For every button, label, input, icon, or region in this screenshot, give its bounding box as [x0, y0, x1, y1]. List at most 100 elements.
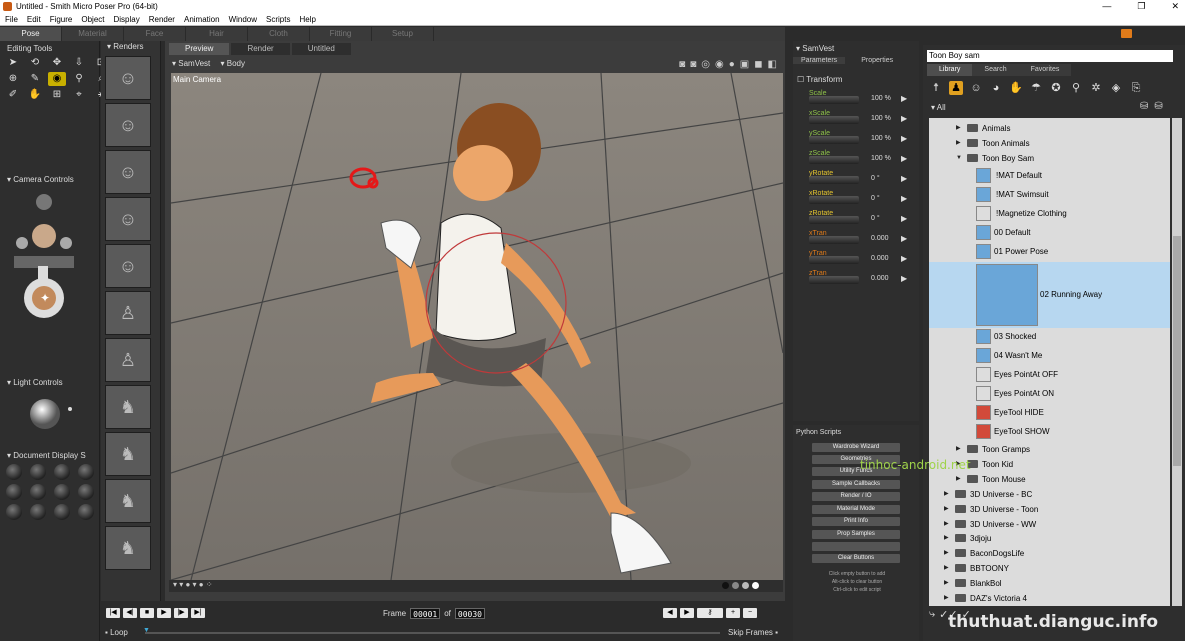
camera-icon[interactable]: ◧ — [768, 57, 777, 72]
twist-icon[interactable]: ✥ — [48, 56, 66, 70]
expressions-icon[interactable]: ☺ — [969, 81, 983, 95]
library-scrollbar[interactable] — [1172, 118, 1182, 606]
script-button[interactable]: Print Info — [812, 517, 900, 526]
camera-icon[interactable]: ◎ — [701, 57, 710, 72]
tab-library[interactable]: Library — [927, 64, 973, 76]
remove-key-button[interactable]: − — [743, 608, 757, 618]
scrubber-handle[interactable]: ▼ — [143, 627, 150, 634]
key-icon[interactable]: ⚷ — [697, 608, 723, 618]
body-part-dropdown[interactable]: ▾ Body — [221, 59, 245, 68]
tab-search[interactable]: Search — [972, 64, 1019, 76]
list-item[interactable]: Eyes PointAt OFF — [929, 365, 1170, 384]
param-zrotate[interactable]: zRotate 0 ° ▶ — [809, 208, 907, 228]
menu-edit[interactable]: Edit — [27, 13, 41, 25]
render-thumbnail[interactable]: ☺ — [105, 150, 151, 194]
list-item[interactable]: !MAT Default — [929, 166, 1170, 185]
list-item[interactable]: EyeTool SHOW — [929, 422, 1170, 441]
arrow-right-icon[interactable]: ▶ — [901, 214, 907, 223]
param-dial[interactable] — [809, 236, 859, 244]
cameras-icon[interactable]: ⚲ — [1069, 81, 1083, 95]
arrow-right-icon[interactable]: ▶ — [901, 94, 907, 103]
param-xrotate[interactable]: xRotate 0 ° ▶ — [809, 188, 907, 208]
param-dial[interactable] — [809, 256, 859, 264]
parameters-object[interactable]: ▾ SamVest — [793, 41, 919, 53]
script-button[interactable]: Wardrobe Wizard — [812, 443, 900, 452]
zoom-icon[interactable]: ⌖ — [70, 88, 88, 102]
tab-parameters[interactable]: Parameters — [793, 57, 846, 64]
script-button[interactable]: Render / IO — [812, 492, 900, 501]
arrow-right-icon[interactable]: ▶ — [901, 274, 907, 283]
param-dial[interactable] — [809, 176, 859, 184]
color-swatch[interactable] — [722, 582, 729, 589]
list-item[interactable]: 03 Shocked — [929, 327, 1170, 346]
menu-file[interactable]: File — [5, 13, 18, 25]
param-ztran[interactable]: zTran 0.000 ▶ — [809, 268, 907, 288]
camera-icon[interactable]: ◙ — [679, 57, 685, 72]
hair-icon[interactable]: ◕ — [989, 81, 1003, 95]
render-thumbnail[interactable]: ♞ — [105, 385, 151, 429]
render-thumbnail[interactable]: ♞ — [105, 526, 151, 570]
direct-manipulation-icon[interactable]: ✋ — [26, 88, 44, 102]
param-dial[interactable] — [809, 116, 859, 124]
maximize-button[interactable]: ❐ — [1137, 0, 1145, 13]
script-button[interactable]: Material Mode — [812, 505, 900, 514]
grouping-icon[interactable]: ⚲ — [70, 72, 88, 86]
menu-object[interactable]: Object — [81, 13, 104, 25]
remove-library-icon[interactable]: ⛁ — [1154, 101, 1162, 112]
scene-canvas[interactable] — [171, 73, 783, 580]
taper-icon[interactable]: ⊕ — [4, 72, 22, 86]
prev-key-button[interactable]: ◀ — [663, 608, 677, 618]
figures-icon[interactable]: ☨ — [929, 81, 943, 95]
materials-icon[interactable]: ◈ — [1109, 81, 1123, 95]
tab-setup[interactable]: Setup — [372, 27, 434, 41]
color-swatch[interactable] — [752, 582, 759, 589]
light-controls-widget[interactable] — [0, 387, 100, 447]
color-swatch[interactable] — [732, 582, 739, 589]
camera-controls-widget[interactable]: ✦ — [0, 188, 100, 338]
menu-figure[interactable]: Figure — [50, 13, 73, 25]
3d-viewport[interactable]: Main Camera — [171, 73, 783, 580]
transform-group[interactable]: ☐ Transform — [797, 75, 842, 84]
translate-icon[interactable]: ⇩ — [70, 56, 88, 70]
display-style-ball[interactable] — [30, 484, 46, 500]
arrow-right-icon[interactable]: ▶ — [901, 194, 907, 203]
total-frames-field[interactable]: 00030 — [454, 608, 485, 619]
display-style-ball[interactable] — [6, 464, 22, 480]
color-swatch[interactable] — [742, 582, 749, 589]
first-frame-button[interactable]: |◀ — [106, 608, 120, 618]
next-frame-button[interactable]: |▶ — [174, 608, 188, 618]
arrow-right-icon[interactable]: ▶ — [901, 134, 907, 143]
display-style-ball[interactable] — [54, 464, 70, 480]
param-xscale[interactable]: xScale 100 % ▶ — [809, 108, 907, 128]
lights-icon[interactable]: ✪ — [1049, 81, 1063, 95]
props-icon[interactable]: ☂ — [1029, 81, 1043, 95]
tab-fitting[interactable]: Fitting — [310, 27, 372, 41]
apply-icon[interactable]: ⤷ — [929, 608, 935, 621]
tab-material[interactable]: Material — [62, 27, 124, 41]
list-item[interactable]: 04 Wasn't Me — [929, 346, 1170, 365]
chain-break-icon[interactable]: ✎ — [26, 72, 44, 86]
param-zscale[interactable]: zScale 100 % ▶ — [809, 148, 907, 168]
menu-window[interactable]: Window — [229, 13, 257, 25]
menu-scripts[interactable]: Scripts — [266, 13, 290, 25]
param-dial[interactable] — [809, 276, 859, 284]
param-yscale[interactable]: yScale 100 % ▶ — [809, 128, 907, 148]
list-item[interactable]: 01 Power Pose — [929, 242, 1170, 261]
render-thumbnail[interactable]: ♙ — [105, 291, 151, 335]
camera-icon[interactable]: ● — [729, 57, 735, 72]
select-icon[interactable]: ➤ — [4, 56, 22, 70]
list-item-selected[interactable]: 02 Running Away — [929, 262, 1170, 328]
render-thumbnail[interactable]: ☺ — [105, 197, 151, 241]
camera-icon[interactable]: ◙ — [690, 57, 696, 72]
loop-toggle[interactable]: ▪ Loop — [105, 628, 128, 637]
figure-dropdown[interactable]: ▾ SamVest — [172, 59, 210, 68]
display-style-ball[interactable] — [54, 484, 70, 500]
param-dial[interactable] — [809, 196, 859, 204]
list-item[interactable]: 00 Default — [929, 223, 1170, 242]
param-scale[interactable]: Scale 100 % ▶ — [809, 88, 907, 108]
add-library-icon[interactable]: ⛁ — [1140, 101, 1148, 112]
script-button[interactable] — [812, 542, 900, 551]
tab-face[interactable]: Face — [124, 27, 186, 41]
add-key-button[interactable]: + — [726, 608, 740, 618]
camera-icon[interactable]: ◼ — [754, 57, 762, 72]
